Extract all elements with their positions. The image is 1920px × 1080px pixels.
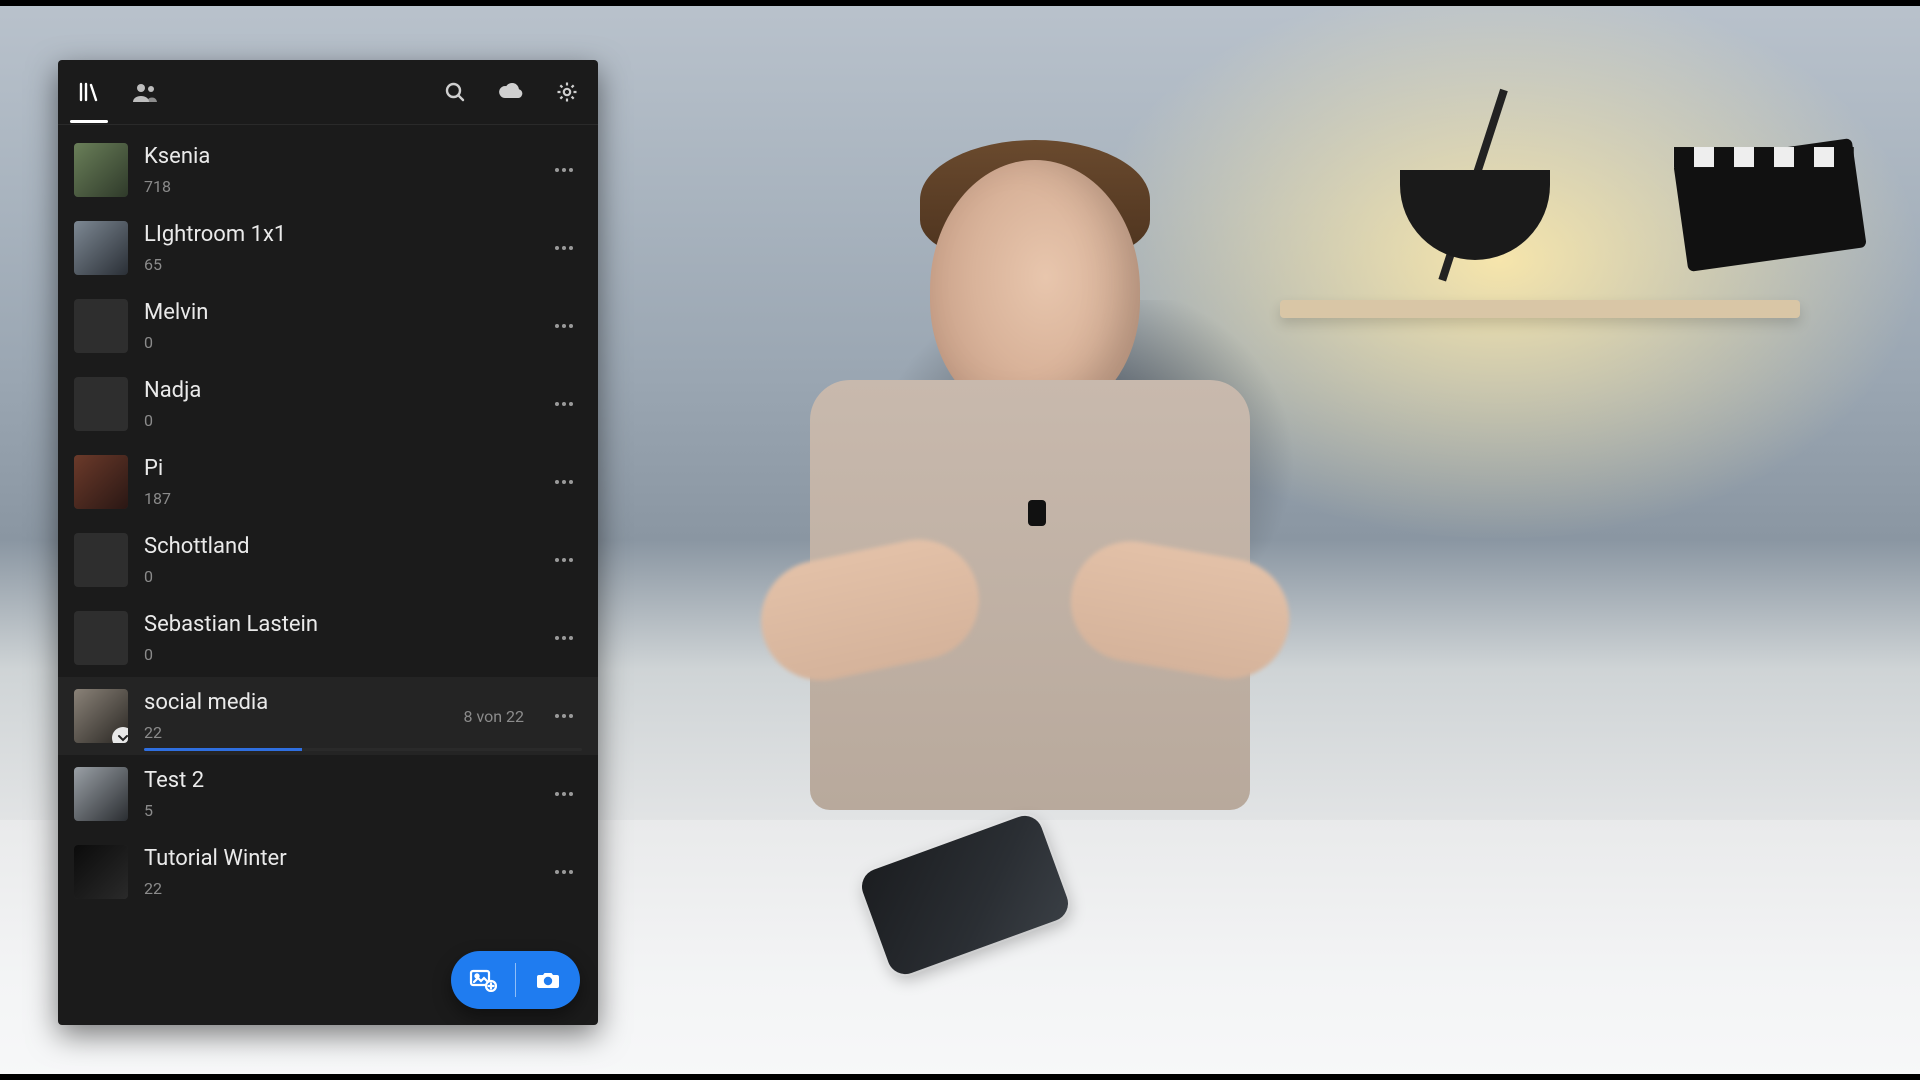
album-thumb: [74, 299, 128, 353]
album-name: Schottland: [144, 534, 530, 560]
album-more-button[interactable]: [546, 308, 582, 344]
album-count: 718: [144, 177, 530, 196]
album-thumb: [74, 533, 128, 587]
camera-button[interactable]: [516, 951, 580, 1009]
album-row[interactable]: Melvin 0: [58, 287, 598, 365]
album-thumb: [74, 377, 128, 431]
album-meta: Ksenia 718: [144, 144, 530, 195]
album-name: Tutorial Winter: [144, 846, 530, 872]
album-count: 0: [144, 645, 530, 664]
album-count: 187: [144, 489, 530, 508]
album-row[interactable]: Test 2 5: [58, 755, 598, 833]
album-name: Pi: [144, 456, 530, 482]
sync-status: 8 von 22: [463, 707, 530, 726]
album-thumb: [74, 221, 128, 275]
search-button[interactable]: [438, 75, 472, 109]
album-row[interactable]: LIghtroom 1x1 65: [58, 209, 598, 287]
camera-icon: [535, 968, 561, 992]
image-add-icon: [469, 968, 497, 992]
album-more-button[interactable]: [546, 620, 582, 656]
album-row[interactable]: Nadja 0: [58, 365, 598, 443]
album-more-button[interactable]: [546, 152, 582, 188]
album-count: 0: [144, 411, 530, 430]
album-count: 22: [144, 879, 530, 898]
more-icon: [553, 159, 575, 181]
album-name: Sebastian Lastein: [144, 612, 530, 638]
letterbox-bottom: [0, 1074, 1920, 1080]
more-icon: [553, 549, 575, 571]
album-more-button[interactable]: [546, 776, 582, 812]
more-icon: [553, 393, 575, 415]
album-meta: Pi 187: [144, 456, 530, 507]
settings-button[interactable]: [550, 75, 584, 109]
album-name: Test 2: [144, 768, 530, 794]
presenter: [770, 130, 1290, 890]
album-count: 0: [144, 567, 530, 586]
album-more-button[interactable]: [546, 698, 582, 734]
album-thumb: [74, 143, 128, 197]
album-thumb: [74, 767, 128, 821]
sync-progress: [144, 748, 582, 751]
album-more-button[interactable]: [546, 854, 582, 890]
album-meta: Melvin 0: [144, 300, 530, 351]
album-thumb: [74, 611, 128, 665]
gear-icon: [555, 80, 579, 104]
letterbox-top: [0, 0, 1920, 6]
album-more-button[interactable]: [546, 464, 582, 500]
stage: Ksenia 718 LIghtroom 1x1 65 Melvin 0 Nadja 0 Pi 1…: [0, 0, 1920, 1080]
album-meta: Tutorial Winter 22: [144, 846, 530, 897]
album-meta: Sebastian Lastein 0: [144, 612, 530, 663]
lamp-decor: [1380, 60, 1660, 320]
album-row[interactable]: Schottland 0: [58, 521, 598, 599]
tab-shared[interactable]: [128, 75, 162, 109]
more-icon: [553, 861, 575, 883]
album-row[interactable]: Sebastian Lastein 0: [58, 599, 598, 677]
album-name: LIghtroom 1x1: [144, 222, 530, 248]
album-meta: LIghtroom 1x1 65: [144, 222, 530, 273]
album-name: Nadja: [144, 378, 530, 404]
more-icon: [553, 627, 575, 649]
album-thumb: [74, 845, 128, 899]
more-icon: [553, 315, 575, 337]
search-icon: [443, 80, 467, 104]
chevron-down-icon: [116, 731, 128, 743]
album-name: social media: [144, 690, 447, 716]
cloud-icon: [497, 80, 525, 104]
people-icon: [132, 80, 158, 104]
album-meta: social media 22: [144, 690, 447, 741]
cloud-sync-button[interactable]: [494, 75, 528, 109]
more-icon: [553, 471, 575, 493]
album-meta: Schottland 0: [144, 534, 530, 585]
album-row[interactable]: social media 22 8 von 22: [58, 677, 598, 755]
fab: [451, 951, 580, 1009]
album-row[interactable]: Pi 187: [58, 443, 598, 521]
app-topbar: [58, 60, 598, 125]
album-count: 5: [144, 801, 530, 820]
album-more-button[interactable]: [546, 542, 582, 578]
album-list[interactable]: Ksenia 718 LIghtroom 1x1 65 Melvin 0 Nadja 0 Pi 1…: [58, 125, 598, 1025]
sync-badge: [112, 727, 128, 743]
library-icon: [77, 80, 101, 104]
more-icon: [553, 783, 575, 805]
app-panel: Ksenia 718 LIghtroom 1x1 65 Melvin 0 Nadja 0 Pi 1…: [58, 60, 598, 1025]
more-icon: [553, 705, 575, 727]
tab-library[interactable]: [72, 75, 106, 109]
album-count: 0: [144, 333, 530, 352]
album-meta: Test 2 5: [144, 768, 530, 819]
album-more-button[interactable]: [546, 230, 582, 266]
top-actions: [438, 75, 584, 109]
more-icon: [553, 237, 575, 259]
album-meta: Nadja 0: [144, 378, 530, 429]
album-name: Melvin: [144, 300, 530, 326]
album-count: 22: [144, 723, 447, 742]
album-row[interactable]: Ksenia 718: [58, 131, 598, 209]
album-row[interactable]: Tutorial Winter 22: [58, 833, 598, 911]
album-more-button[interactable]: [546, 386, 582, 422]
album-thumb: [74, 689, 128, 743]
import-button[interactable]: [451, 951, 515, 1009]
tabs: [72, 75, 162, 109]
album-thumb: [74, 455, 128, 509]
album-name: Ksenia: [144, 144, 530, 170]
album-count: 65: [144, 255, 530, 274]
